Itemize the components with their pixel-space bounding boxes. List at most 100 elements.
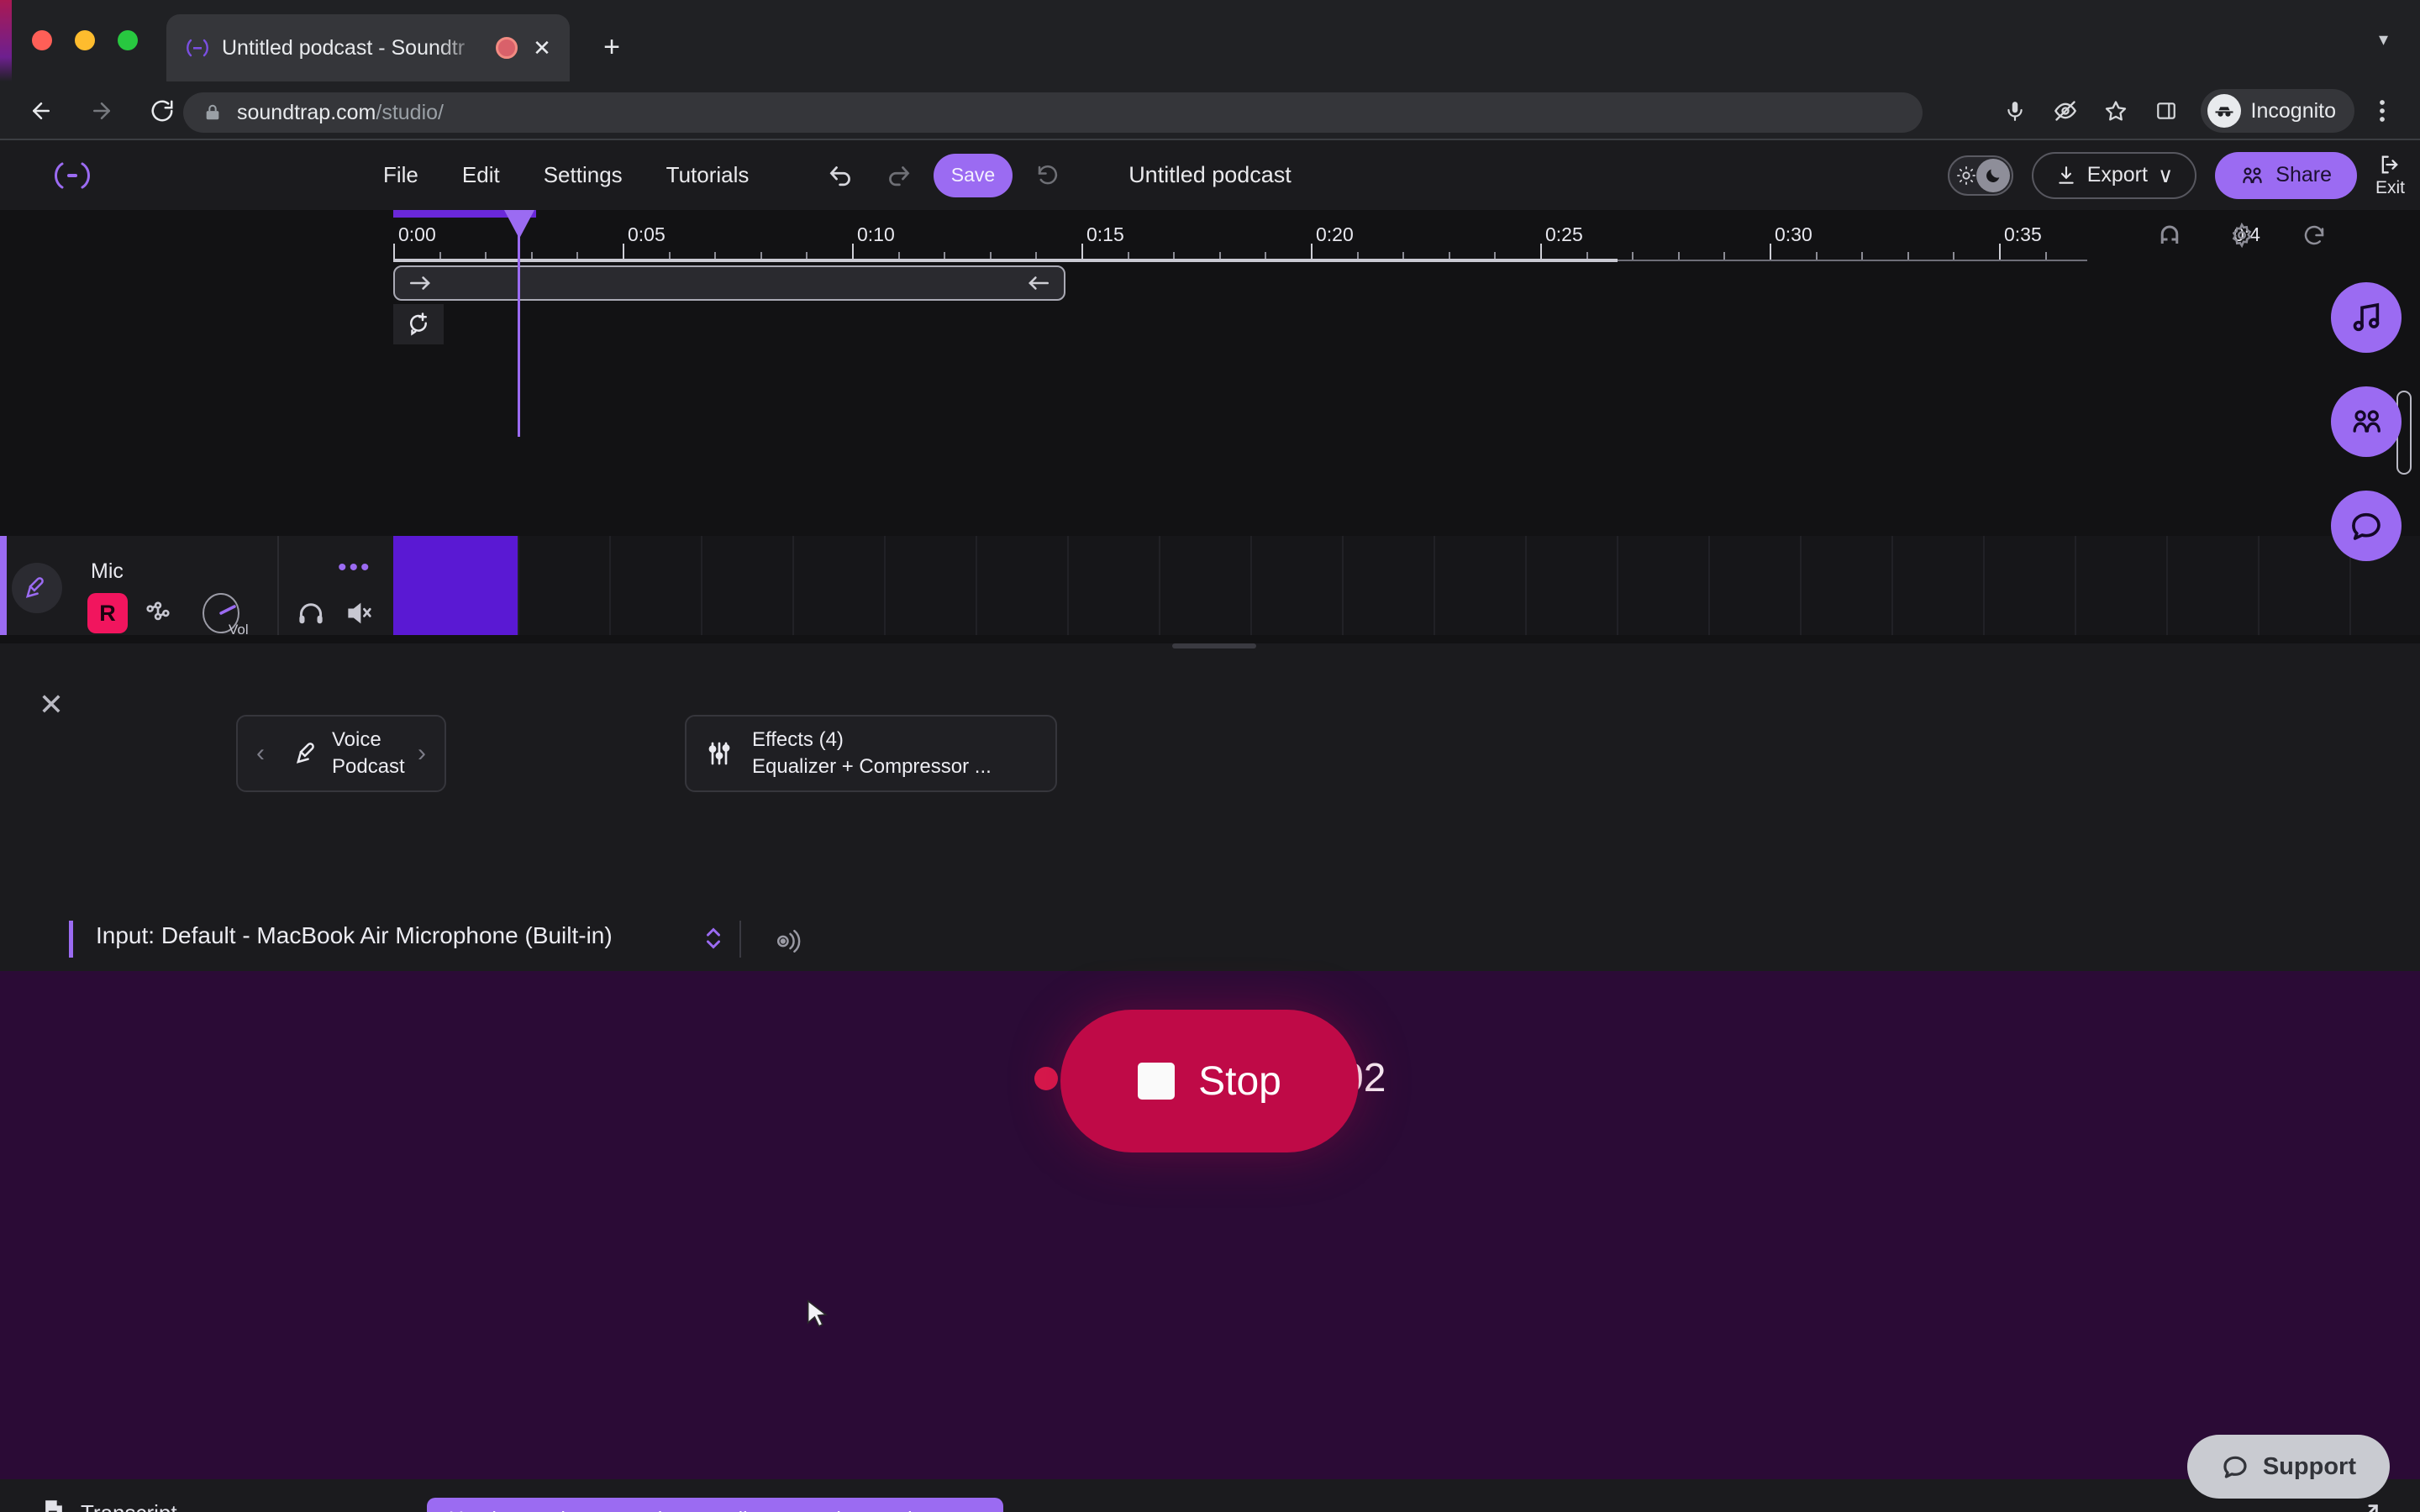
- audio-clip[interactable]: [393, 536, 518, 635]
- lane-gridline: [1983, 536, 1985, 635]
- minimize-window-button[interactable]: [75, 30, 95, 50]
- undo-icon[interactable]: [819, 154, 863, 197]
- next-preset-button[interactable]: ›: [399, 716, 445, 791]
- voice-preset-card[interactable]: ‹ Voice Podcast ›: [236, 715, 446, 792]
- save-button[interactable]: Save: [934, 153, 1013, 197]
- bookmark-star-icon[interactable]: [2093, 88, 2139, 134]
- ruler-tick-label: 0:20: [1316, 223, 1354, 245]
- timeline: 0:00 0:05 0:10 0:15 0:20 0:25 0:30 0:35 0:4: [0, 210, 2420, 699]
- stop-square-icon: [1138, 1063, 1176, 1100]
- track-row: Mic ••• R Vol: [0, 536, 2420, 638]
- browser-tab[interactable]: Untitled podcast - Soundtr ✕: [166, 14, 570, 81]
- lane-gridline: [2075, 536, 2076, 635]
- exit-icon: [2377, 153, 2402, 176]
- track-color-accent: [0, 536, 7, 635]
- eye-off-icon[interactable]: [2043, 88, 2088, 134]
- profile-incognito-button[interactable]: Incognito: [2200, 89, 2354, 133]
- effects-sliders-icon: [687, 716, 752, 791]
- stop-recording-button[interactable]: Stop: [1060, 1010, 1359, 1152]
- theme-toggle[interactable]: [1947, 155, 2013, 196]
- chevron-down-icon: ∨: [2157, 163, 2174, 187]
- track-automation-icon[interactable]: [138, 593, 178, 633]
- app-menu-bar: File Edit Settings Tutorials: [361, 140, 771, 210]
- app-root: Untitled podcast - Soundtr ✕ + ▾ soundtr…: [0, 0, 2420, 1512]
- browser-menu-icon[interactable]: [2360, 88, 2405, 134]
- redo-icon[interactable]: [876, 154, 920, 197]
- support-button[interactable]: Support: [2186, 1435, 2390, 1499]
- playhead-line: [518, 210, 520, 437]
- soundtrap-favicon-icon: [185, 35, 210, 60]
- address-bar[interactable]: soundtrap.com/studio/: [183, 92, 1923, 133]
- revert-history-icon[interactable]: [1026, 154, 1070, 197]
- loop-start-handle-icon[interactable]: [407, 272, 435, 294]
- side-panel-icon[interactable]: [2144, 88, 2189, 134]
- input-monitor-settings-icon[interactable]: [765, 919, 812, 959]
- menu-item-edit[interactable]: Edit: [440, 140, 522, 210]
- back-icon[interactable]: [18, 88, 64, 134]
- audio-input-label[interactable]: Input: Default - MacBook Air Microphone …: [96, 922, 613, 949]
- track-menu-icon[interactable]: •••: [338, 555, 372, 580]
- reload-icon[interactable]: [139, 88, 185, 134]
- timeline-tools: [2151, 217, 2333, 254]
- menu-item-tutorials[interactable]: Tutorials: [644, 140, 771, 210]
- microphone-icon: [283, 716, 332, 791]
- track-header[interactable]: Mic ••• R Vol: [0, 536, 393, 638]
- maximize-window-button[interactable]: [118, 30, 138, 50]
- close-tab-icon[interactable]: ✕: [529, 35, 555, 60]
- collaborators-panel-icon[interactable]: [2331, 386, 2402, 457]
- track-record-arm-button[interactable]: R: [87, 593, 128, 633]
- timeline-settings-gear-icon[interactable]: [2223, 217, 2260, 254]
- input-row-divider: [739, 921, 741, 958]
- add-marker-button[interactable]: [393, 304, 444, 344]
- right-rail: [2331, 282, 2402, 561]
- track-solo-headphones-icon[interactable]: [291, 593, 331, 633]
- tab-recording-icon[interactable]: [496, 37, 518, 59]
- lane-gridline: [1708, 536, 1710, 635]
- transcript-document-icon: [42, 1499, 66, 1512]
- share-button[interactable]: Share: [2215, 151, 2357, 199]
- track-name[interactable]: Mic: [91, 559, 124, 584]
- window-traffic-lights[interactable]: [32, 30, 138, 50]
- transcript-tooltip: Use interactive transcripts to edit your…: [427, 1498, 1003, 1512]
- chevron-down-icon[interactable]: ▾: [2379, 29, 2388, 50]
- sun-icon: [1956, 165, 1975, 185]
- browser-toolbar: soundtrap.com/studio/ Incognito: [0, 81, 2420, 140]
- ruler-tick-major: [393, 244, 395, 260]
- lane-gridline: [1434, 536, 1435, 635]
- forward-icon[interactable]: [79, 88, 124, 134]
- export-button[interactable]: Export ∨: [2031, 151, 2197, 199]
- close-panel-icon[interactable]: ✕: [30, 684, 72, 726]
- loops-library-music-icon[interactable]: [2331, 282, 2402, 353]
- chat-panel-icon[interactable]: [2331, 491, 2402, 561]
- close-window-button[interactable]: [32, 30, 52, 50]
- menu-item-file[interactable]: File: [361, 140, 440, 210]
- track-mute-icon[interactable]: [339, 593, 380, 633]
- exit-button[interactable]: Exit: [2375, 153, 2405, 198]
- ruler-tick-label: 0:00: [398, 223, 436, 245]
- previous-preset-button[interactable]: ‹: [238, 716, 283, 791]
- panel-resize-handle[interactable]: [1172, 643, 1256, 648]
- address-bar-url: soundtrap.com/studio/: [237, 100, 444, 124]
- loop-region-bar[interactable]: [393, 265, 1065, 301]
- track-instrument-mic-icon[interactable]: [12, 563, 62, 613]
- new-tab-button[interactable]: +: [588, 24, 635, 71]
- magnet-snap-icon[interactable]: [2151, 217, 2188, 254]
- ruler-tick-major: [623, 244, 624, 260]
- transcript-toggle[interactable]: Transcript: [42, 1499, 177, 1512]
- lane-gridline: [1525, 536, 1527, 635]
- lane-gridline: [976, 536, 977, 635]
- lane-gridline: [518, 536, 519, 635]
- microphone-icon[interactable]: [1992, 88, 2038, 134]
- soundtrap-logo-icon[interactable]: [45, 159, 99, 192]
- ruler-tick-label: 0:25: [1545, 223, 1583, 245]
- track-lane[interactable]: [393, 536, 2420, 635]
- track-header-divider: [277, 536, 279, 635]
- input-select-chevron-icon[interactable]: [704, 924, 723, 953]
- loop-end-handle-icon[interactable]: [1023, 272, 1052, 294]
- lane-gridline: [2166, 536, 2168, 635]
- timeline-ruler[interactable]: 0:00 0:05 0:10 0:15 0:20 0:25 0:30 0:35 0:4: [0, 210, 2420, 262]
- menu-item-settings[interactable]: Settings: [522, 140, 644, 210]
- expand-transcript-icon[interactable]: [2353, 1501, 2381, 1512]
- loop-toggle-icon[interactable]: [2296, 217, 2333, 254]
- effects-card[interactable]: Effects (4) Equalizer + Compressor ...: [685, 715, 1057, 792]
